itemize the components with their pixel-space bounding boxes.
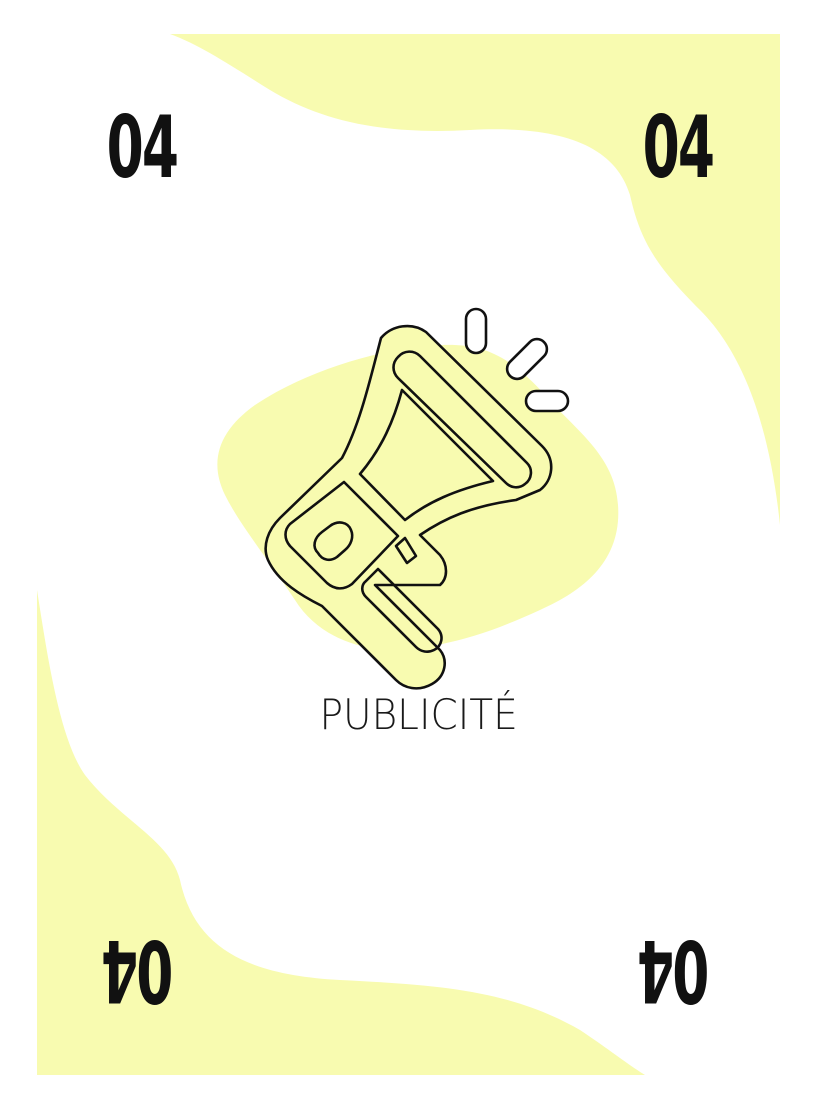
card-label: PUBLICITÉ (0, 690, 817, 739)
card-number-text: 04 (642, 98, 715, 198)
card-number-top-left: 04 (82, 105, 202, 191)
card-label-text: PUBLICITÉ (319, 690, 518, 739)
card-number-text: 04 (102, 920, 174, 1020)
card-number-bottom-right: 04 (614, 920, 734, 1020)
card: 04 04 04 04 PUBLICITÉ (0, 0, 817, 1111)
card-number-bottom-left: 04 (78, 920, 198, 1020)
card-number-text: 04 (106, 98, 179, 198)
card-number-top-right: 04 (618, 105, 738, 191)
card-number-text: 04 (638, 920, 710, 1020)
